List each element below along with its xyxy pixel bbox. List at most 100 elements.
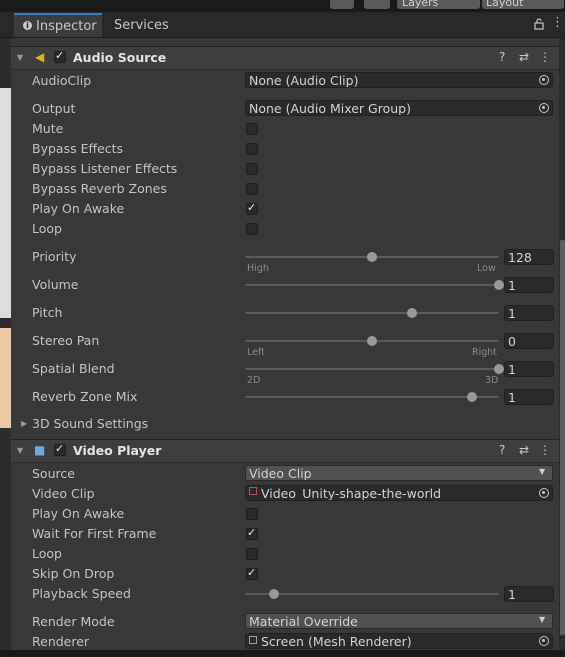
playback-speed-input[interactable]: 1	[504, 586, 554, 602]
skip-on-drop-label: Skip On Drop	[32, 566, 115, 581]
video-player-title: Video Player	[73, 443, 162, 458]
audio-source-title: Audio Source	[73, 50, 167, 65]
priority-input[interactable]: 128	[504, 249, 554, 265]
status-bar	[0, 650, 565, 657]
chevron-down-icon: ▼	[539, 615, 546, 624]
pitch-input[interactable]: 1	[504, 305, 554, 321]
vp-play-on-awake-label: Play On Awake	[32, 506, 125, 521]
wait-first-frame-label: Wait For First Frame	[32, 526, 157, 541]
render-mode-dropdown[interactable]: Material Override	[245, 613, 553, 629]
foldout-arrow-icon[interactable]: ▼	[17, 53, 23, 62]
lock-icon[interactable]	[534, 18, 544, 30]
output-field[interactable]: None (Audio Mixer Group)	[245, 100, 553, 116]
playback-speed-slider-handle[interactable]	[268, 589, 279, 599]
layout-dropdown[interactable]: Layout	[482, 0, 564, 9]
output-label: Output	[32, 101, 76, 116]
vp-play-on-awake-checkbox[interactable]	[246, 508, 258, 520]
render-mode-label: Render Mode	[32, 614, 115, 629]
search-button[interactable]	[364, 0, 390, 9]
bypass-reverb-checkbox[interactable]	[246, 183, 258, 195]
priority-high-label: High	[247, 263, 269, 274]
spatial-2d-label: 2D	[247, 375, 261, 386]
renderer-field[interactable]: Screen (Mesh Renderer)	[245, 633, 553, 649]
playback-speed-value: 1	[508, 587, 516, 602]
bypass-reverb-label: Bypass Reverb Zones	[32, 181, 167, 196]
spatial-blend-slider-track[interactable]	[245, 368, 499, 370]
source-dropdown[interactable]: Video Clip	[245, 465, 553, 481]
video-player-enabled-checkbox[interactable]	[54, 442, 66, 456]
video-clip-label: Video Clip	[32, 486, 95, 501]
presets-icon[interactable]: ⇄	[519, 50, 529, 64]
volume-input[interactable]: 1	[504, 277, 554, 293]
play-on-awake-checkbox[interactable]	[246, 201, 258, 215]
stereo-pan-label: Stereo Pan	[32, 333, 100, 348]
reverb-mix-slider-handle[interactable]	[466, 392, 477, 402]
audio-source-header[interactable]: ▼ ◀ Audio Source ? ⇄ ⋮	[11, 46, 559, 70]
volume-slider-handle[interactable]	[494, 280, 504, 290]
tab-inspector-label: Inspector	[36, 19, 97, 34]
pitch-slider-handle[interactable]	[406, 308, 417, 318]
output-value: None (Audio Mixer Group)	[249, 101, 411, 116]
vp-loop-label: Loop	[32, 546, 62, 561]
help-icon[interactable]: ?	[499, 50, 505, 64]
skip-on-drop-checkbox[interactable]	[246, 566, 258, 580]
tab-services[interactable]: Services	[114, 14, 174, 37]
reverb-mix-label: Reverb Zone Mix	[32, 389, 138, 404]
spatial-blend-label: Spatial Blend	[32, 361, 115, 376]
priority-slider-handle[interactable]	[367, 252, 377, 262]
loop-label: Loop	[32, 221, 62, 236]
audio-source-enabled-checkbox[interactable]	[54, 49, 66, 63]
chevron-down-icon: ▼	[539, 467, 546, 476]
volume-label: Volume	[32, 277, 79, 292]
scene-view-edge	[0, 38, 11, 657]
loop-checkbox[interactable]	[246, 223, 258, 235]
object-picker-icon[interactable]	[539, 636, 549, 646]
foldout-arrow-icon[interactable]: ▼	[17, 446, 23, 455]
sound-settings-arrow-icon[interactable]: ▶	[21, 419, 27, 428]
volume-slider-track[interactable]	[245, 284, 499, 286]
priority-label: Priority	[32, 249, 77, 264]
scrollbar-thumb[interactable]	[560, 240, 565, 635]
stereo-pan-value: 0	[508, 334, 516, 349]
object-picker-icon[interactable]	[539, 488, 549, 498]
stereo-pan-right-label: Right	[472, 347, 498, 358]
mute-checkbox[interactable]	[246, 123, 258, 135]
component-menu-icon[interactable]: ⋮	[539, 443, 551, 457]
wait-first-frame-checkbox[interactable]	[246, 526, 258, 540]
spatial-blend-input[interactable]: 1	[504, 361, 554, 377]
history-button[interactable]	[330, 0, 354, 9]
audioclip-field[interactable]: None (Audio Clip)	[245, 72, 553, 88]
object-picker-icon[interactable]	[539, 103, 549, 113]
info-icon: i	[23, 21, 32, 30]
video-player-header[interactable]: ▼ ■ Video Player ? ⇄ ⋮	[11, 439, 559, 463]
object-picker-icon[interactable]	[539, 75, 549, 85]
layers-dropdown[interactable]: Layers	[397, 0, 480, 9]
bypass-listener-label: Bypass Listener Effects	[32, 161, 178, 176]
component-menu-icon[interactable]: ⋮	[539, 50, 551, 64]
sound-settings-foldout[interactable]: 3D Sound Settings	[32, 416, 148, 431]
tab-inspector[interactable]: i Inspector	[14, 13, 102, 37]
tab-menu-icon[interactable]: ⋮	[551, 15, 564, 30]
bypass-listener-checkbox[interactable]	[246, 163, 258, 175]
video-clip-field[interactable]: Video_Unity-shape-the-world	[245, 485, 553, 501]
bypass-effects-checkbox[interactable]	[246, 143, 258, 155]
stereo-pan-input[interactable]: 0	[504, 333, 554, 349]
speaker-icon: ◀	[35, 50, 45, 64]
vp-loop-checkbox[interactable]	[246, 548, 258, 560]
playback-speed-slider-track[interactable]	[245, 593, 499, 595]
scene-ground	[0, 328, 11, 428]
audioclip-value: None (Audio Clip)	[249, 73, 359, 88]
scene-sky	[0, 88, 11, 318]
spatial-blend-slider-handle[interactable]	[494, 364, 504, 374]
help-icon[interactable]: ?	[499, 443, 505, 457]
tab-services-label: Services	[114, 18, 169, 33]
spatial-3d-label: 3D	[485, 375, 499, 386]
render-mode-value: Material Override	[249, 614, 358, 629]
spatial-blend-value: 1	[508, 362, 516, 377]
stereo-pan-slider-handle[interactable]	[367, 336, 377, 346]
priority-value: 128	[508, 250, 532, 265]
pitch-slider-track[interactable]	[245, 312, 499, 314]
presets-icon[interactable]: ⇄	[519, 443, 529, 457]
reverb-mix-input[interactable]: 1	[504, 389, 554, 405]
reverb-mix-slider-track[interactable]	[245, 396, 499, 398]
